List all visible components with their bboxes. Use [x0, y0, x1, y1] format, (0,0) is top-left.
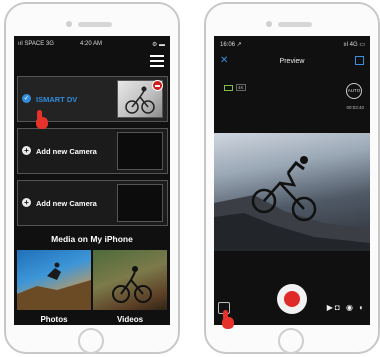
phone-right: 16:06 ↗ ııl 4G ▭ ✕ Preview 4K AUTO 00:03… [204, 2, 380, 354]
videos-label: Videos [116, 315, 144, 324]
front-camera-icon [266, 21, 272, 27]
add-camera-label: Add new Camera [36, 199, 97, 208]
add-icon: + [22, 198, 31, 207]
camera-row-add-1[interactable]: + Add new Camera [17, 128, 168, 174]
record-dot-icon [284, 291, 300, 307]
photos-thumbnail-icon [17, 262, 91, 310]
record-counter: 00:03:40 [346, 105, 364, 110]
videos-tile[interactable]: Videos [93, 250, 167, 324]
battery-icon [224, 85, 233, 91]
camera-name: ISMART DV [36, 95, 78, 104]
edit-icon[interactable] [355, 56, 364, 65]
videos-thumbnail-icon [112, 266, 152, 303]
camera-list-screen: ııl SPACE 3G 4:20 AM ⚙ ▬ ✓ ISMART DV + A… [14, 36, 170, 325]
check-icon: ✓ [22, 94, 31, 103]
camera-thumbnail [117, 80, 163, 118]
preview-scene-icon [214, 156, 370, 251]
page-title: Preview [279, 58, 305, 65]
status-time: 4:20 AM [80, 41, 103, 47]
status-bar: 16:06 ↗ ııl 4G ▭ [214, 40, 370, 50]
carrier-label: ııl SPACE 3G [18, 41, 54, 47]
home-button[interactable] [278, 328, 304, 354]
photos-label: Photos [40, 315, 68, 324]
status-time: 16:06 ↗ [220, 42, 242, 48]
status-icons: ııl 4G ▭ [343, 42, 365, 48]
tap-pointer-icon [34, 110, 50, 130]
photos-tile[interactable]: Photos [17, 250, 91, 324]
status-bar: ııl SPACE 3G 4:20 AM ⚙ ▬ [14, 40, 170, 50]
speaker-grille [278, 22, 312, 27]
front-camera-icon [66, 21, 72, 27]
preview-screen: 16:06 ↗ ııl 4G ▭ ✕ Preview 4K AUTO 00:03… [214, 36, 370, 325]
phone-left: ııl SPACE 3G 4:20 AM ⚙ ▬ ✓ ISMART DV + A… [4, 2, 180, 354]
menu-icon[interactable] [150, 55, 164, 67]
add-icon: + [22, 146, 31, 155]
empty-camera-slot [117, 184, 163, 222]
home-button[interactable] [78, 328, 104, 354]
mode-icons[interactable]: ▶◘ ◉ ◐ [327, 303, 366, 312]
add-camera-label: Add new Camera [36, 147, 97, 156]
remove-camera-icon[interactable] [152, 80, 163, 91]
media-section-title: Media on My iPhone [51, 234, 133, 244]
auto-mode-button[interactable]: AUTO [346, 83, 362, 99]
live-preview [214, 133, 370, 251]
resolution-badge: 4K [236, 84, 246, 91]
empty-camera-slot [117, 132, 163, 170]
camera-row-add-2[interactable]: + Add new Camera [17, 180, 168, 226]
tap-pointer-icon [220, 310, 236, 330]
status-icons: ⚙ ▬ [151, 42, 165, 48]
speaker-grille [78, 22, 112, 27]
